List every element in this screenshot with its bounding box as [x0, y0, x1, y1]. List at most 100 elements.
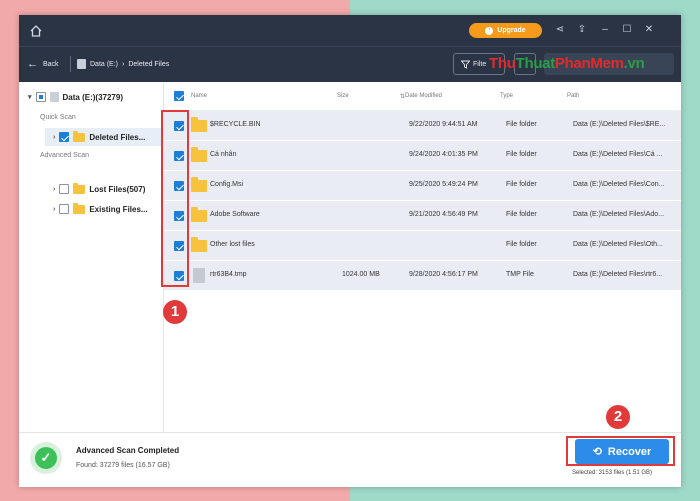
- back-label: Back: [43, 60, 59, 68]
- sidebar-item-lost-files[interactable]: › Lost Files(507): [53, 180, 145, 198]
- tree-root-label: Data (E:)(37279): [62, 92, 123, 102]
- file-icon: [193, 268, 205, 283]
- selected-summary: Selected: 3153 files (1.51 GB): [572, 470, 653, 476]
- folder-icon: [73, 202, 86, 214]
- close-icon[interactable]: ✕: [643, 24, 655, 36]
- share-icon[interactable]: ⋖: [554, 24, 566, 36]
- filter-icon: [461, 60, 470, 69]
- table-row[interactable]: rtr63B4.tmp 1024.00 MB 9/28/2020 4:56:17 P…: [164, 261, 681, 291]
- advanced-scan-heading: Advanced Scan: [40, 152, 90, 159]
- row-date: 9/22/2020 9:44:51 AM: [409, 121, 478, 128]
- row-path: Data (E:)\Deleted Files\Cá ...: [573, 151, 663, 158]
- folder-icon: [191, 117, 207, 132]
- maximize-icon[interactable]: ☐: [621, 24, 633, 36]
- select-all-checkbox[interactable]: [174, 91, 184, 101]
- column-date[interactable]: Date Modified: [405, 93, 442, 99]
- minimize-icon[interactable]: –: [599, 24, 611, 36]
- chevron-right-icon[interactable]: ›: [53, 206, 55, 213]
- upgrade-label: Upgrade: [497, 27, 526, 34]
- table-row[interactable]: Adobe Software 9/21/2020 4:56:49 PM File f…: [164, 201, 681, 231]
- breadcrumb: Data (E:) › Deleted Files: [77, 59, 169, 69]
- folder-icon: [191, 207, 207, 222]
- row-type: File folder: [506, 181, 537, 188]
- row-date: 9/28/2020 4:56:17 PM: [409, 271, 478, 278]
- row-path: Data (E:)\Deleted Files\Ado...: [573, 211, 665, 218]
- sidebar-item-deleted-files[interactable]: › Deleted Files...: [45, 128, 163, 146]
- folder-icon: [191, 237, 207, 252]
- tree-root-drive[interactable]: ▾ Data (E:)(37279): [28, 92, 123, 102]
- annotation-badge-2: 2: [606, 405, 630, 429]
- deleted-files-checkbox[interactable]: [59, 132, 70, 142]
- row-path: Data (E:)\Deleted Files\$RE...: [573, 121, 666, 128]
- row-type: File folder: [506, 241, 537, 248]
- existing-files-checkbox[interactable]: [59, 204, 70, 214]
- status-bar: ✓ Advanced Scan Completed Found: 37279 f…: [19, 432, 681, 487]
- table-row[interactable]: $RECYCLE.BIN 9/22/2020 9:44:51 AM File fol…: [164, 111, 681, 141]
- row-date: 9/24/2020 4:01:35 PM: [409, 151, 478, 158]
- row-path: Data (E:)\Deleted Files\Con...: [573, 181, 665, 188]
- row-name: Adobe Software: [210, 211, 260, 218]
- upgrade-arrow-icon: ↑: [485, 26, 494, 35]
- status-title: Advanced Scan Completed: [76, 446, 180, 455]
- annotation-badge-1: 1: [163, 300, 187, 324]
- title-bar: ↑ Upgrade ⋖ ⇪ – ☐ ✕: [19, 15, 681, 46]
- sidebar-item-label: Existing Files...: [89, 204, 148, 214]
- row-name: Other lost files: [210, 241, 255, 248]
- chevron-down-icon[interactable]: ▾: [28, 93, 32, 101]
- folder-icon: [73, 130, 86, 142]
- quick-scan-heading: Quick Scan: [40, 114, 76, 121]
- folder-icon: [73, 182, 86, 194]
- row-name: $RECYCLE.BIN: [210, 121, 261, 128]
- row-name: Cá nhân: [210, 151, 237, 158]
- lost-files-checkbox[interactable]: [59, 184, 70, 194]
- folder-icon: [191, 147, 207, 162]
- row-date: 9/21/2020 4:56:49 PM: [409, 211, 478, 218]
- drive-icon: [49, 92, 59, 102]
- row-type: File folder: [506, 151, 537, 158]
- export-icon[interactable]: ⇪: [576, 24, 588, 36]
- row-type: File folder: [506, 121, 537, 128]
- row-date: 9/25/2020 5:49:24 PM: [409, 181, 478, 188]
- column-name[interactable]: Name: [191, 93, 207, 99]
- table-row[interactable]: Cá nhân 9/24/2020 4:01:35 PM File folder Da…: [164, 141, 681, 171]
- breadcrumb-item-deleted[interactable]: Deleted Files: [128, 61, 169, 68]
- folder-icon: [191, 177, 207, 192]
- watermark-logo: ThuThuatPhanMem.vn: [489, 55, 645, 72]
- sidebar-item-label: Lost Files(507): [89, 184, 146, 194]
- row-type: TMP File: [506, 271, 534, 278]
- row-size: 1024.00 MB: [342, 271, 380, 278]
- back-arrow-icon: ←: [27, 58, 38, 70]
- file-list: Name Size ⇅ Date Modified Type Path $REC…: [164, 82, 681, 432]
- column-type[interactable]: Type: [500, 93, 513, 99]
- row-type: File folder: [506, 211, 537, 218]
- table-header: Name Size ⇅ Date Modified Type Path: [164, 82, 681, 111]
- sidebar: ▾ Data (E:)(37279) Quick Scan › Deleted …: [19, 82, 164, 432]
- breadcrumb-item-drive[interactable]: Data (E:): [90, 61, 118, 68]
- divider: [70, 56, 71, 72]
- column-path[interactable]: Path: [567, 93, 579, 99]
- status-summary: Found: 37279 files (16.57 GB): [76, 462, 170, 469]
- filter-label: Filte: [473, 60, 487, 68]
- home-icon[interactable]: [29, 24, 43, 38]
- row-path: Data (E:)\Deleted Files\Oth...: [573, 241, 663, 248]
- column-size[interactable]: Size: [337, 93, 349, 99]
- row-path: Data (E:)\Deleted Files\rtr6...: [573, 271, 663, 278]
- nav-bar: ← Back Data (E:) › Deleted Files Filte T…: [19, 46, 681, 82]
- app-window: ↑ Upgrade ⋖ ⇪ – ☐ ✕ ← Back Data (E:) › D…: [19, 15, 681, 487]
- table-row[interactable]: Config.Msi 9/25/2020 5:49:24 PM File folde…: [164, 171, 681, 201]
- upgrade-button[interactable]: ↑ Upgrade: [469, 23, 542, 38]
- chevron-right-icon[interactable]: ›: [53, 186, 55, 193]
- drive-icon: [77, 59, 86, 69]
- row-name: rtr63B4.tmp: [210, 271, 247, 278]
- recover-button[interactable]: ⟲ Recover: [575, 439, 669, 464]
- drive-checkbox[interactable]: [35, 92, 46, 102]
- sidebar-item-existing-files[interactable]: › Existing Files...: [53, 200, 148, 218]
- sidebar-item-label: Deleted Files...: [89, 132, 146, 142]
- chevron-right-icon[interactable]: ›: [53, 134, 55, 141]
- back-button[interactable]: ← Back: [27, 58, 59, 70]
- restore-icon: ⟲: [592, 446, 602, 458]
- recover-label: Recover: [607, 445, 652, 458]
- table-row[interactable]: Other lost files File folder Data (E:)\Del…: [164, 231, 681, 261]
- row-name: Config.Msi: [210, 181, 244, 188]
- breadcrumb-separator-icon: ›: [122, 60, 125, 68]
